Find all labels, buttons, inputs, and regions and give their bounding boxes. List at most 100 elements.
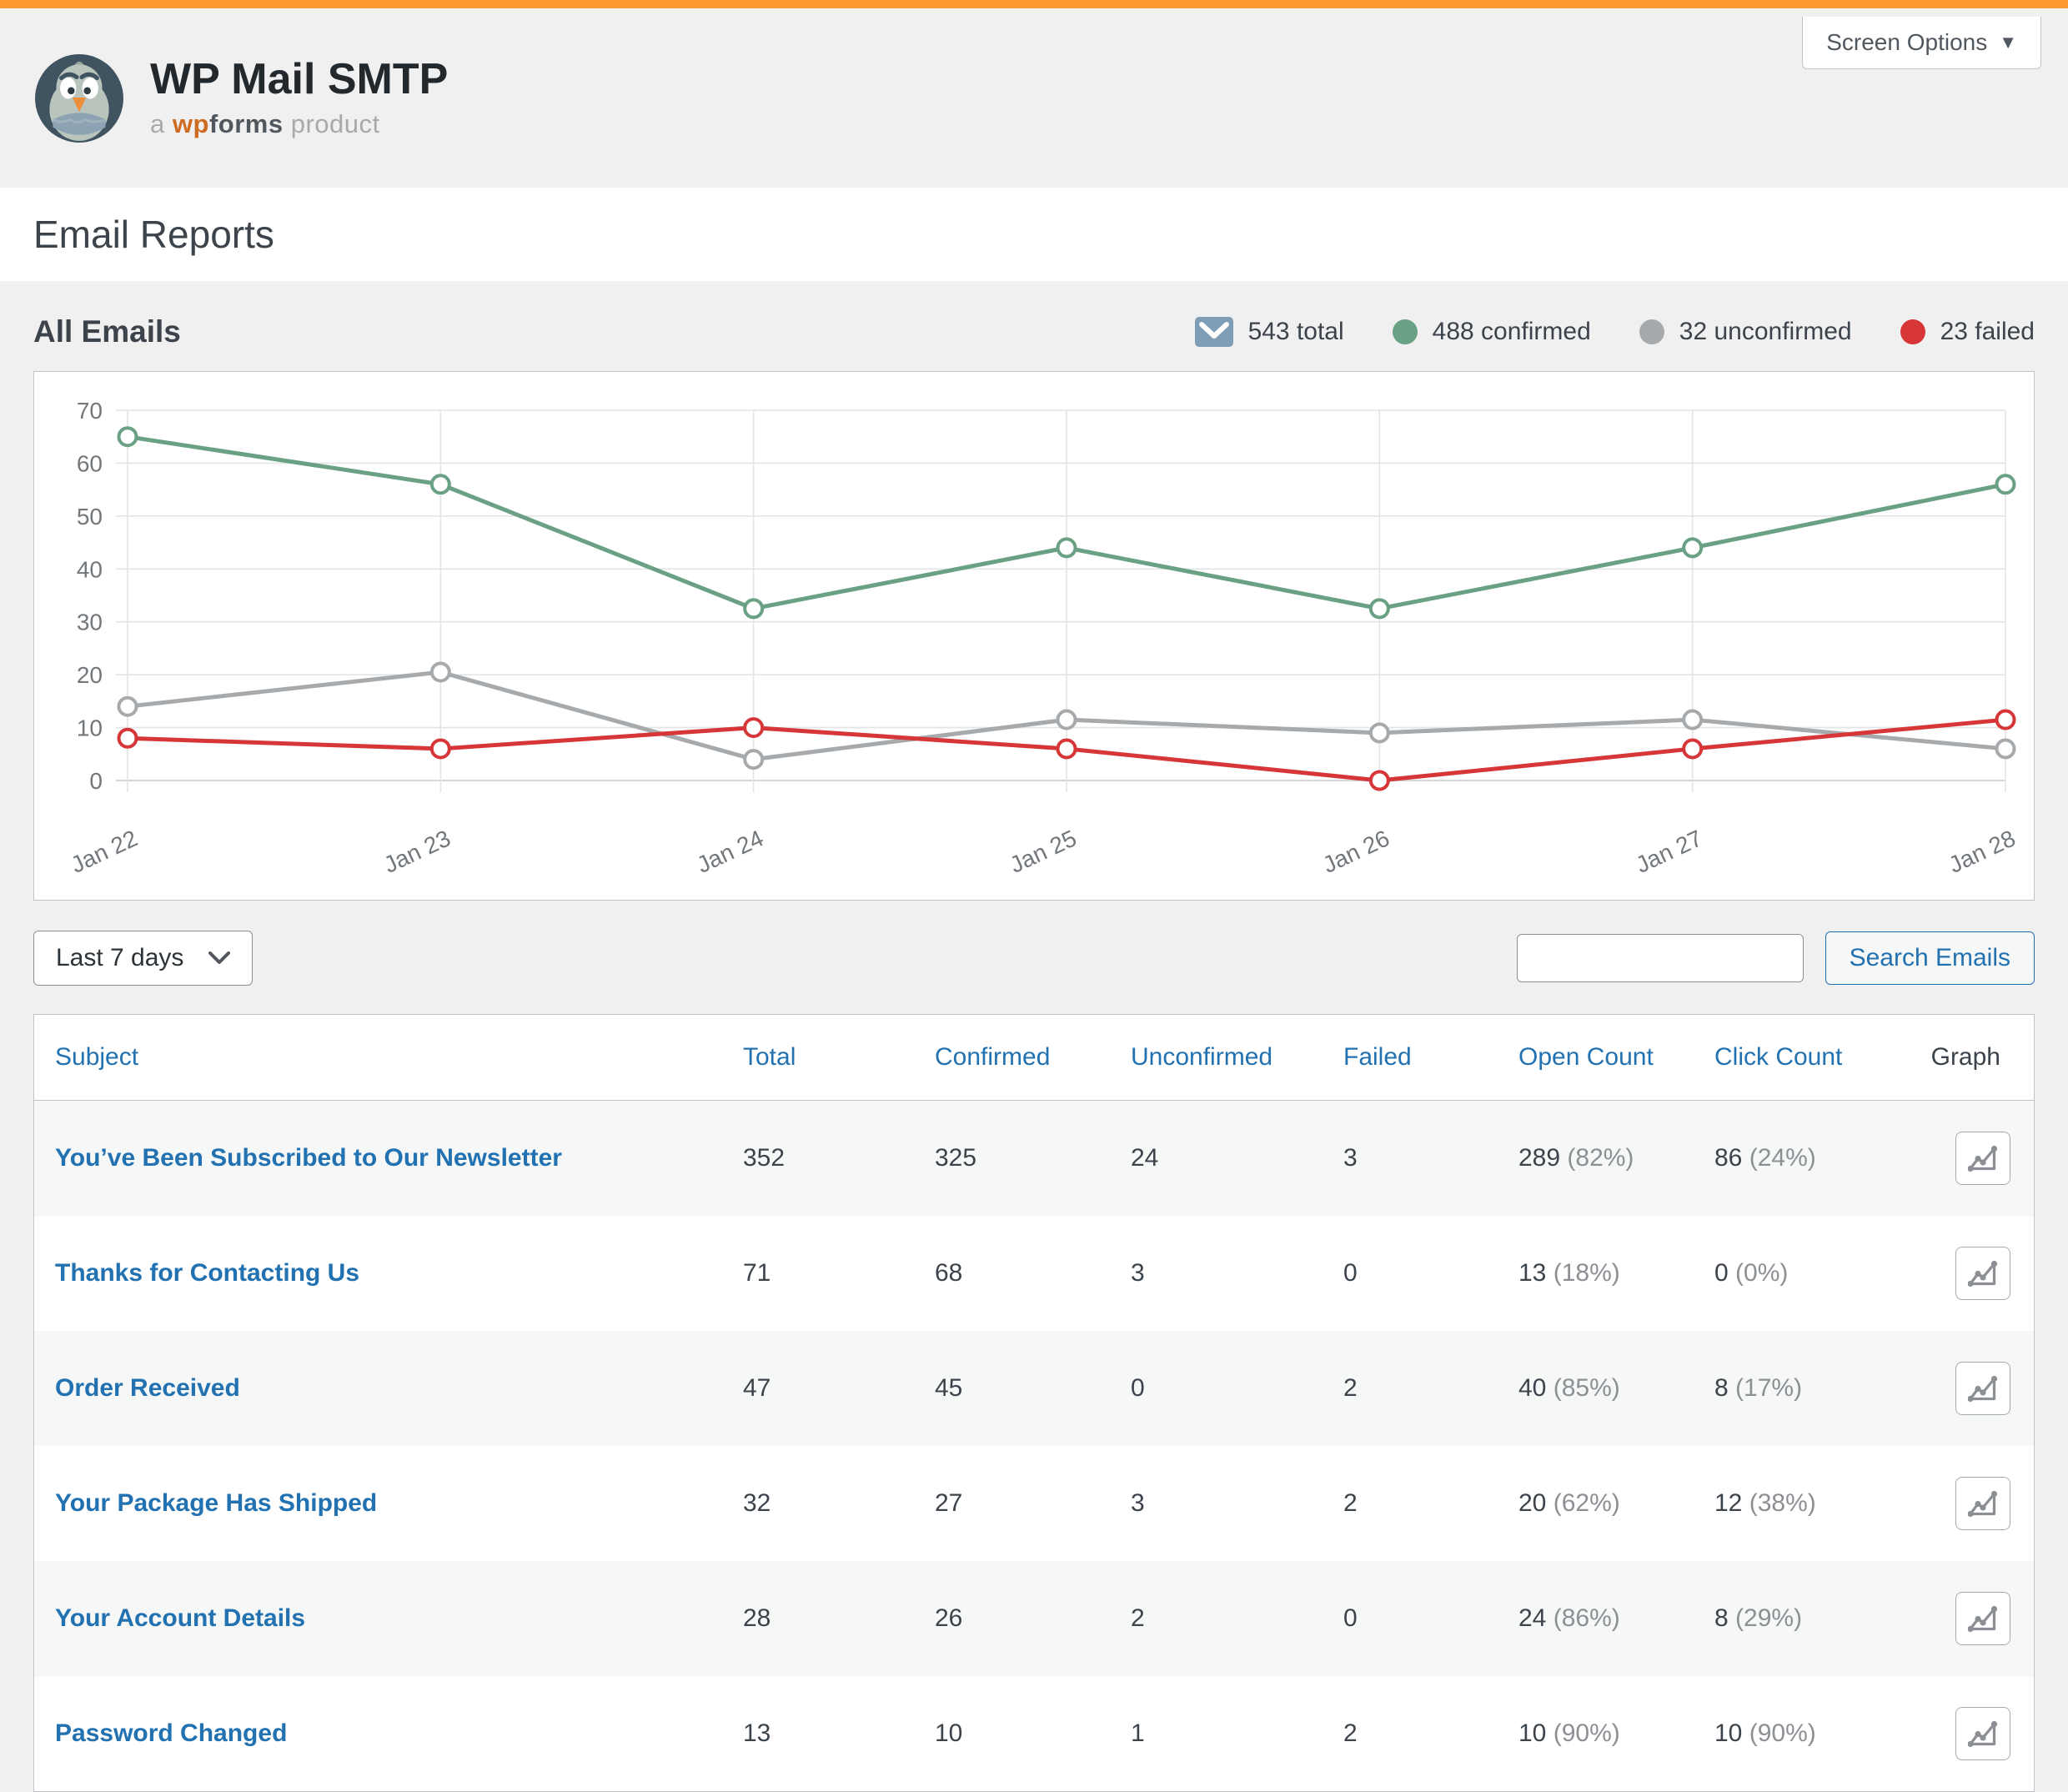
email-table-body: You’ve Been Subscribed to Our Newsletter… xyxy=(34,1101,2034,1792)
chevron-down-icon: ▼ xyxy=(1999,33,2017,52)
unconfirmed-cell: 24 xyxy=(1110,1101,1323,1217)
brand-block: WP Mail SMTP a wpforms product xyxy=(150,57,448,139)
graph-cell xyxy=(1898,1561,2034,1676)
tagline-wp: wp xyxy=(173,109,209,138)
failed-cell: 0 xyxy=(1323,1561,1498,1676)
page-title: Email Reports xyxy=(33,212,274,257)
unconfirmed-cell: 3 xyxy=(1110,1216,1323,1331)
subject-cell: You’ve Been Subscribed to Our Newsletter xyxy=(34,1101,722,1217)
failed-cell: 2 xyxy=(1323,1331,1498,1446)
mini-line-chart-icon xyxy=(1968,1375,1998,1403)
graph-cell xyxy=(1898,1101,2034,1217)
open-count-cell: 20 (62%) xyxy=(1498,1446,1694,1561)
table-row: Order Received47450240 (85%)8 (17%) xyxy=(34,1331,2034,1446)
graph-cell xyxy=(1898,1446,2034,1561)
unconfirmed-cell: 2 xyxy=(1110,1561,1323,1676)
subject-cell: Password Changed xyxy=(34,1676,722,1791)
email-subject-link[interactable]: Your Account Details xyxy=(55,1604,305,1632)
unconfirmed-cell: 1 xyxy=(1110,1676,1323,1791)
email-subject-link[interactable]: Your Package Has Shipped xyxy=(55,1489,377,1517)
failed-cell: 0 xyxy=(1323,1216,1498,1331)
column-header-subject[interactable]: Subject xyxy=(34,1015,722,1101)
column-header-click-count[interactable]: Click Count xyxy=(1694,1015,1898,1101)
mini-line-chart-icon xyxy=(1968,1260,1998,1288)
legend-label: 543 total xyxy=(1248,318,1344,346)
click-count-cell: 10 (90%) xyxy=(1694,1676,1898,1791)
column-header-confirmed[interactable]: Confirmed xyxy=(914,1015,1110,1101)
legend-label: 488 confirmed xyxy=(1433,318,1591,346)
total-cell: 47 xyxy=(722,1331,914,1446)
graph-cell xyxy=(1898,1676,2034,1791)
svg-text:Jan 28: Jan 28 xyxy=(1945,825,2019,878)
column-header-failed[interactable]: Failed xyxy=(1323,1015,1498,1101)
svg-text:Jan 25: Jan 25 xyxy=(1006,825,1080,878)
row-graph-button[interactable] xyxy=(1955,1592,2010,1645)
table-row: You’ve Been Subscribed to Our Newsletter… xyxy=(34,1101,2034,1217)
graph-cell xyxy=(1898,1216,2034,1331)
email-subject-link[interactable]: Order Received xyxy=(55,1374,240,1402)
row-graph-button[interactable] xyxy=(1955,1132,2010,1185)
failed-dot-icon xyxy=(1900,319,1925,344)
confirmed-cell: 26 xyxy=(914,1561,1110,1676)
app-header: WP Mail SMTP a wpforms product Screen Op… xyxy=(0,8,2068,188)
confirmed-cell: 325 xyxy=(914,1101,1110,1217)
svg-text:10: 10 xyxy=(77,715,103,741)
search-emails-button[interactable]: Search Emails xyxy=(1825,931,2035,985)
click-count-cell: 12 (38%) xyxy=(1694,1446,1898,1561)
email-subject-link[interactable]: Password Changed xyxy=(55,1719,287,1747)
row-graph-button[interactable] xyxy=(1955,1707,2010,1760)
total-cell: 71 xyxy=(722,1216,914,1331)
screen-options-label: Screen Options xyxy=(1826,29,1987,56)
svg-text:50: 50 xyxy=(77,504,103,530)
search-input[interactable] xyxy=(1517,934,1804,982)
envelope-icon xyxy=(1195,317,1233,347)
legend-item-total: 543 total xyxy=(1195,317,1344,347)
top-accent-bar xyxy=(0,0,2068,8)
column-header-graph: Graph xyxy=(1898,1015,2034,1101)
unconfirmed-cell: 3 xyxy=(1110,1446,1323,1561)
svg-text:Jan 24: Jan 24 xyxy=(693,825,767,878)
mini-line-chart-icon xyxy=(1968,1605,1998,1633)
legend-item-confirmed: 488 confirmed xyxy=(1393,318,1591,346)
open-count-cell: 289 (82%) xyxy=(1498,1101,1694,1217)
subject-cell: Your Package Has Shipped xyxy=(34,1446,722,1561)
svg-text:0: 0 xyxy=(89,768,103,794)
brand-tagline: a wpforms product xyxy=(150,109,448,139)
unconfirmed-dot-icon xyxy=(1639,319,1664,344)
total-cell: 28 xyxy=(722,1561,914,1676)
legend-label: 23 failed xyxy=(1940,318,2035,346)
row-graph-button[interactable] xyxy=(1955,1477,2010,1530)
svg-text:Jan 26: Jan 26 xyxy=(1319,825,1393,878)
total-cell: 13 xyxy=(722,1676,914,1791)
svg-text:60: 60 xyxy=(77,450,103,476)
row-graph-button[interactable] xyxy=(1955,1247,2010,1300)
table-row: Password Changed13101210 (90%)10 (90%) xyxy=(34,1676,2034,1791)
click-count-cell: 0 (0%) xyxy=(1694,1216,1898,1331)
email-subject-link[interactable]: You’ve Been Subscribed to Our Newsletter xyxy=(55,1144,562,1172)
click-count-cell: 8 (29%) xyxy=(1694,1561,1898,1676)
confirmed-cell: 68 xyxy=(914,1216,1110,1331)
column-header-total[interactable]: Total xyxy=(722,1015,914,1101)
mini-line-chart-icon xyxy=(1968,1490,1998,1518)
list-controls: Last 7 days Search Emails xyxy=(33,931,2035,986)
graph-cell xyxy=(1898,1331,2034,1446)
date-range-select[interactable]: Last 7 days xyxy=(33,931,253,986)
confirmed-dot-icon xyxy=(1393,319,1418,344)
total-cell: 352 xyxy=(722,1101,914,1217)
svg-text:Jan 23: Jan 23 xyxy=(380,825,454,878)
column-header-open-count[interactable]: Open Count xyxy=(1498,1015,1694,1101)
column-header-unconfirmed[interactable]: Unconfirmed xyxy=(1110,1015,1323,1101)
subject-cell: Your Account Details xyxy=(34,1561,722,1676)
row-graph-button[interactable] xyxy=(1955,1362,2010,1415)
tagline-forms: forms xyxy=(209,109,284,138)
failed-cell: 2 xyxy=(1323,1676,1498,1791)
report-section-head: All Emails 543 total 488 confirmed 32 un… xyxy=(33,314,2035,349)
screen-options-button[interactable]: Screen Options ▼ xyxy=(1802,17,2041,69)
click-count-cell: 86 (24%) xyxy=(1694,1101,1898,1217)
wp-mail-smtp-logo-icon xyxy=(33,53,125,144)
email-subject-link[interactable]: Thanks for Contacting Us xyxy=(55,1259,359,1287)
table-header-row: Subject Total Confirmed Unconfirmed Fail… xyxy=(34,1015,2034,1101)
svg-text:70: 70 xyxy=(77,398,103,424)
page-title-band: Email Reports xyxy=(0,188,2068,281)
svg-text:Jan 27: Jan 27 xyxy=(1632,825,1706,878)
